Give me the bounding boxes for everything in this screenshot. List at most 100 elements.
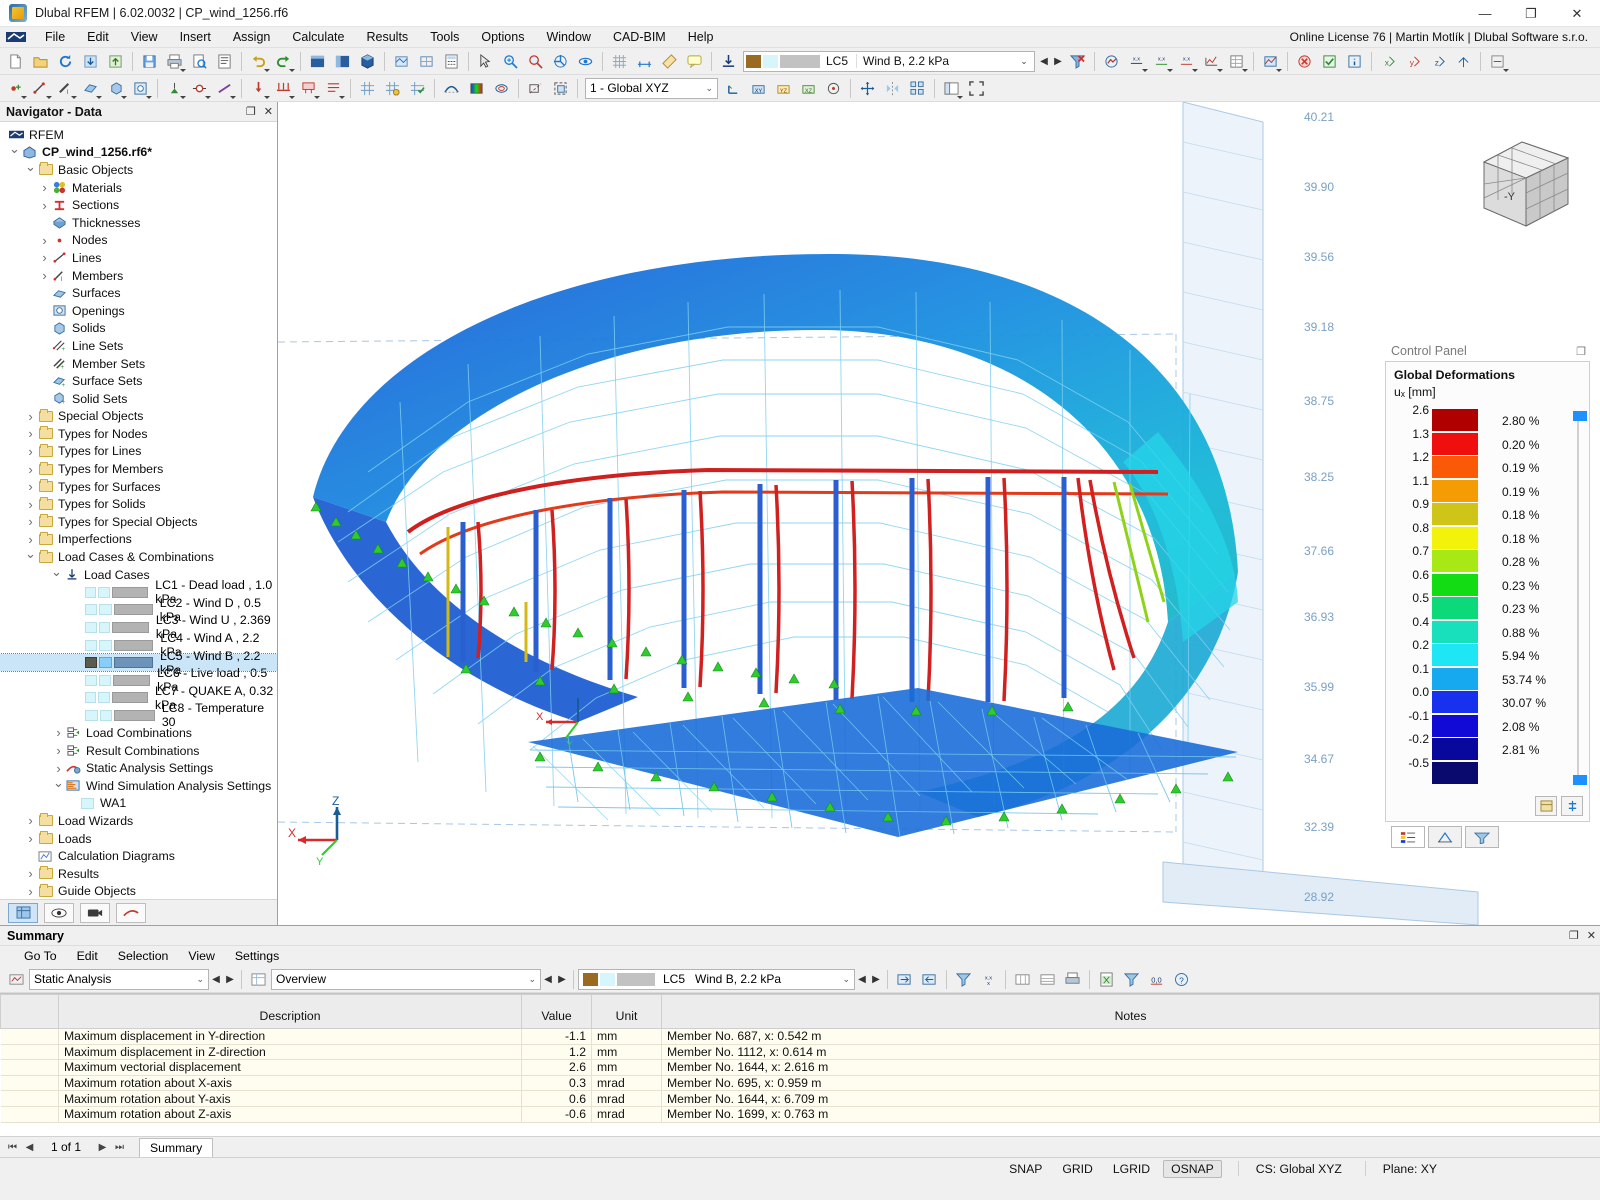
legend-color-band[interactable] bbox=[1432, 691, 1478, 713]
model-check-icon[interactable] bbox=[1318, 50, 1341, 73]
summary-lc-next-button[interactable]: ▶ bbox=[869, 974, 883, 985]
cell-index[interactable] bbox=[0, 1028, 59, 1045]
pan-icon[interactable] bbox=[549, 50, 572, 73]
tree-item-imperfections[interactable]: Imperfections bbox=[0, 531, 277, 549]
twisty-icon[interactable] bbox=[24, 514, 37, 529]
cell-unit[interactable]: mrad bbox=[591, 1090, 662, 1107]
navigator-display-tab[interactable] bbox=[44, 902, 74, 923]
cell-description[interactable]: Maximum rotation about X-axis bbox=[58, 1075, 522, 1092]
new-member-icon[interactable]: I bbox=[54, 77, 77, 100]
legend-color-band[interactable] bbox=[1432, 597, 1478, 619]
menu-assign[interactable]: Assign bbox=[222, 27, 282, 48]
summary-close-button[interactable]: ✕ bbox=[1587, 929, 1596, 942]
summary-menu-goto[interactable]: Go To bbox=[14, 948, 67, 964]
table-rows-icon[interactable] bbox=[1036, 968, 1059, 991]
twisty-icon[interactable] bbox=[24, 409, 37, 424]
tree-item-types-for-members[interactable]: Types for Members bbox=[0, 460, 277, 478]
legend-color-band[interactable] bbox=[1432, 573, 1478, 596]
load-filter-icon[interactable] bbox=[1066, 50, 1089, 73]
close-button[interactable]: ✕ bbox=[1554, 0, 1600, 27]
legend-color-band[interactable] bbox=[1432, 620, 1478, 643]
cell-description[interactable]: Maximum rotation about Y-axis bbox=[58, 1090, 522, 1107]
summary-menu-edit[interactable]: Edit bbox=[67, 948, 108, 964]
twisty-icon[interactable] bbox=[38, 268, 51, 283]
twisty-icon[interactable] bbox=[52, 761, 65, 776]
twisty-icon[interactable] bbox=[24, 479, 37, 494]
twisty-icon[interactable] bbox=[24, 831, 37, 846]
clipping-icon[interactable] bbox=[549, 77, 572, 100]
cell-value[interactable]: -1.1 bbox=[521, 1028, 592, 1045]
new-node-icon[interactable] bbox=[4, 77, 27, 100]
column-header-description[interactable]: Description bbox=[58, 994, 522, 1029]
twisty-icon[interactable] bbox=[38, 180, 51, 195]
results-on-icon[interactable] bbox=[1100, 50, 1123, 73]
control-panel-tab-filter[interactable] bbox=[1465, 826, 1499, 848]
navigator-data-tab[interactable] bbox=[8, 902, 38, 923]
new-surface-load-icon[interactable] bbox=[297, 77, 320, 100]
control-panel-tab-legend[interactable] bbox=[1391, 826, 1425, 848]
tree-item-openings[interactable]: Openings bbox=[0, 302, 277, 320]
cell-notes[interactable]: Member No. 1699, x: 0.763 m bbox=[661, 1106, 1600, 1123]
view-side-icon[interactable] bbox=[331, 50, 354, 73]
new-line-load-icon[interactable] bbox=[272, 77, 295, 100]
menu-view[interactable]: View bbox=[120, 27, 169, 48]
twisty-icon[interactable] bbox=[8, 144, 21, 160]
status-snap[interactable]: SNAP bbox=[1002, 1161, 1049, 1177]
table-row[interactable]: Maximum rotation about Z-axis -0.6 mrad Mem… bbox=[0, 1106, 1600, 1123]
twisty-icon[interactable] bbox=[24, 497, 37, 512]
view-cube[interactable]: -Y bbox=[1456, 128, 1586, 243]
twisty-icon[interactable] bbox=[24, 462, 37, 477]
export-excel-icon[interactable] bbox=[1095, 968, 1118, 991]
tree-item-solid-sets[interactable]: + Solid Sets bbox=[0, 390, 277, 408]
tree-item-sections[interactable]: Sections bbox=[0, 196, 277, 214]
summary-menu-selection[interactable]: Selection bbox=[108, 948, 179, 964]
zoom-window-icon[interactable] bbox=[524, 50, 547, 73]
calculate-icon[interactable] bbox=[440, 50, 463, 73]
tree-item-surface-sets[interactable]: + Surface Sets bbox=[0, 372, 277, 390]
tree-item-basic-objects[interactable]: Basic Objects bbox=[0, 161, 277, 179]
undo-icon[interactable] bbox=[247, 50, 270, 73]
chevron-down-icon[interactable]: ⌄ bbox=[1016, 56, 1032, 67]
control-panel-tab-factors[interactable] bbox=[1428, 826, 1462, 848]
slider-thumb-bottom[interactable] bbox=[1573, 775, 1587, 785]
twisty-icon[interactable] bbox=[24, 426, 37, 441]
tree-item-solids[interactable]: Solids bbox=[0, 320, 277, 338]
view-iso-icon[interactable] bbox=[356, 50, 379, 73]
new-hinge-icon[interactable] bbox=[188, 77, 211, 100]
legend-scale-icon[interactable] bbox=[1561, 796, 1583, 816]
twisty-icon[interactable] bbox=[24, 444, 37, 459]
summary-menu-view[interactable]: View bbox=[178, 948, 224, 964]
new-support-icon[interactable] bbox=[163, 77, 186, 100]
status-osnap[interactable]: OSNAP bbox=[1163, 1159, 1222, 1178]
tree-item-result-combinations[interactable]: Result Combinations bbox=[0, 742, 277, 760]
cell-value[interactable]: 2.6 bbox=[521, 1059, 592, 1076]
tree-item-load-wizards[interactable]: Load Wizards bbox=[0, 812, 277, 830]
legend-color-band[interactable] bbox=[1432, 456, 1478, 478]
legend-color-band[interactable] bbox=[1432, 714, 1478, 737]
column-header-index[interactable] bbox=[0, 994, 59, 1029]
tree-item-static-analysis-settings[interactable]: Static Analysis Settings bbox=[0, 759, 277, 777]
import-icon[interactable] bbox=[79, 50, 102, 73]
save-icon[interactable] bbox=[138, 50, 161, 73]
cell-notes[interactable]: Member No. 1112, x: 0.614 m bbox=[661, 1044, 1600, 1061]
status-lgrid[interactable]: LGRID bbox=[1106, 1161, 1157, 1177]
result-values-icon[interactable]: x.x bbox=[1125, 50, 1149, 73]
tree-item-types-for-special-objects[interactable]: Types for Special Objects bbox=[0, 513, 277, 531]
decimal-places-icon[interactable]: x.x x bbox=[977, 968, 1000, 991]
workplane-xz-icon[interactable]: XZ bbox=[797, 77, 820, 100]
cell-notes[interactable]: Member No. 1644, x: 6.709 m bbox=[661, 1090, 1600, 1107]
load-case-next-button[interactable]: ▶ bbox=[1051, 56, 1065, 67]
status-grid[interactable]: GRID bbox=[1055, 1161, 1099, 1177]
menu-file[interactable]: File bbox=[34, 27, 76, 48]
result-values2-icon[interactable]: x.x bbox=[1150, 50, 1174, 73]
menu-tools[interactable]: Tools bbox=[419, 27, 470, 48]
tree-item-line-sets[interactable]: + Line Sets bbox=[0, 337, 277, 355]
chevron-down-icon[interactable]: ⌄ bbox=[528, 974, 536, 985]
axis-y-icon[interactable]: y bbox=[1402, 50, 1425, 73]
deformation-icon[interactable] bbox=[440, 77, 463, 100]
cell-notes[interactable]: Member No. 695, x: 0.959 m bbox=[661, 1075, 1600, 1092]
load-case-type-icon[interactable] bbox=[717, 50, 740, 73]
new-solid-icon[interactable] bbox=[104, 77, 127, 100]
table-row[interactable]: Maximum displacement in Z-direction 1.2 mm… bbox=[0, 1044, 1600, 1061]
tree-item-types-for-surfaces[interactable]: Types for Surfaces bbox=[0, 478, 277, 496]
